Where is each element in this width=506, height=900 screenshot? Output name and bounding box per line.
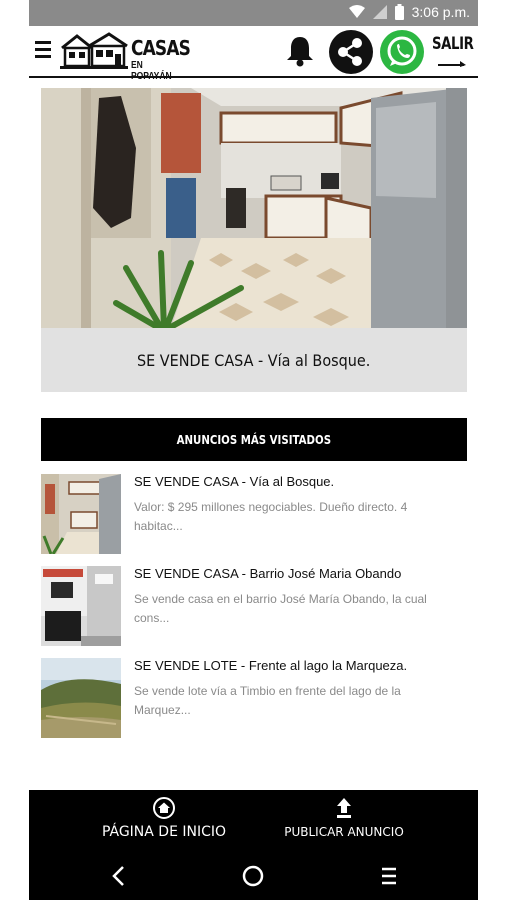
- listing-title[interactable]: SE VENDE LOTE - Frente al lago la Marque…: [134, 658, 469, 673]
- status-bar: 3:06 p.m.: [29, 0, 478, 26]
- bell-icon[interactable]: [283, 34, 317, 68]
- list-item[interactable]: SE VENDE LOTE - Frente al lago la Marque…: [41, 656, 467, 748]
- listing-title[interactable]: SE VENDE CASA - Barrio José Maria Obando: [134, 566, 469, 581]
- home-icon: [153, 797, 175, 819]
- publish-label: PUBLICAR ANUNCIO: [284, 825, 404, 839]
- home-circle-icon[interactable]: [241, 864, 265, 888]
- app-header: CASAS EN POPAYÁN SALIR: [29, 26, 478, 82]
- exit-arrow-icon: [438, 61, 466, 67]
- menu-icon[interactable]: [35, 41, 51, 61]
- system-navigation-bar: [29, 850, 478, 900]
- listing-thumbnail[interactable]: [41, 658, 121, 738]
- listing-description: Valor: $ 295 millones negociables. Dueño…: [134, 500, 408, 533]
- home-button[interactable]: PÁGINA DE INICIO: [79, 796, 249, 846]
- status-time: 3:06 p.m.: [411, 4, 470, 20]
- share-icon: [338, 38, 362, 66]
- upload-icon: [337, 798, 351, 818]
- share-button[interactable]: [329, 30, 373, 74]
- logo-title: CASAS: [131, 36, 191, 60]
- signal-icon: [372, 5, 387, 19]
- listing-thumbnail[interactable]: [41, 474, 121, 554]
- recents-menu-icon[interactable]: [377, 864, 401, 888]
- bottom-navigation: PÁGINA DE INICIO PUBLICAR ANUNCIO: [29, 790, 478, 850]
- phone-screen: 3:06 p.m. CASAS EN POPAYÁN SALIR SE VEND…: [29, 0, 478, 900]
- back-icon[interactable]: [107, 864, 131, 888]
- houses-logo-icon: [60, 32, 128, 69]
- most-visited-heading: ANUNCIOS MÁS VISITADOS: [41, 418, 467, 461]
- house-facade-thumbnail: [41, 566, 121, 646]
- home-label: PÁGINA DE INICIO: [101, 824, 227, 840]
- list-item[interactable]: SE VENDE CASA - Barrio José Maria Obando…: [41, 564, 467, 656]
- featured-listing-photo[interactable]: [41, 88, 467, 328]
- featured-listing-title[interactable]: SE VENDE CASA - Vía al Bosque.: [41, 328, 467, 392]
- land-lot-thumbnail: [41, 658, 121, 738]
- battery-icon: [394, 4, 404, 20]
- listing-thumbnail[interactable]: [41, 566, 121, 646]
- logo[interactable]: CASAS EN POPAYÁN: [59, 32, 191, 82]
- logo-subtitle: EN POPAYÁN: [131, 60, 172, 82]
- listing-title[interactable]: SE VENDE CASA - Vía al Bosque.: [134, 474, 469, 489]
- exit-label: SALIR: [432, 34, 474, 54]
- most-visited-list: SE VENDE CASA - Vía al Bosque. Valor: $ …: [41, 472, 467, 748]
- kitchen-photo: [41, 88, 467, 328]
- whatsapp-button[interactable]: [380, 30, 424, 74]
- kitchen-thumbnail: [41, 474, 121, 554]
- listing-description: Se vende casa en el barrio José María Ob…: [134, 592, 427, 625]
- wifi-icon: [348, 5, 365, 18]
- listing-description: Se vende lote vía a Timbio en frente del…: [134, 684, 401, 717]
- whatsapp-icon: [387, 36, 417, 66]
- most-visited-heading-text: ANUNCIOS MÁS VISITADOS: [176, 432, 332, 447]
- publish-button[interactable]: PUBLICAR ANUNCIO: [259, 796, 429, 846]
- exit-button[interactable]: SALIR: [432, 34, 476, 70]
- featured-listing-card[interactable]: SE VENDE CASA - Vía al Bosque.: [41, 88, 467, 392]
- list-item[interactable]: SE VENDE CASA - Vía al Bosque. Valor: $ …: [41, 472, 467, 564]
- featured-listing-title-text: SE VENDE CASA - Vía al Bosque.: [137, 350, 371, 370]
